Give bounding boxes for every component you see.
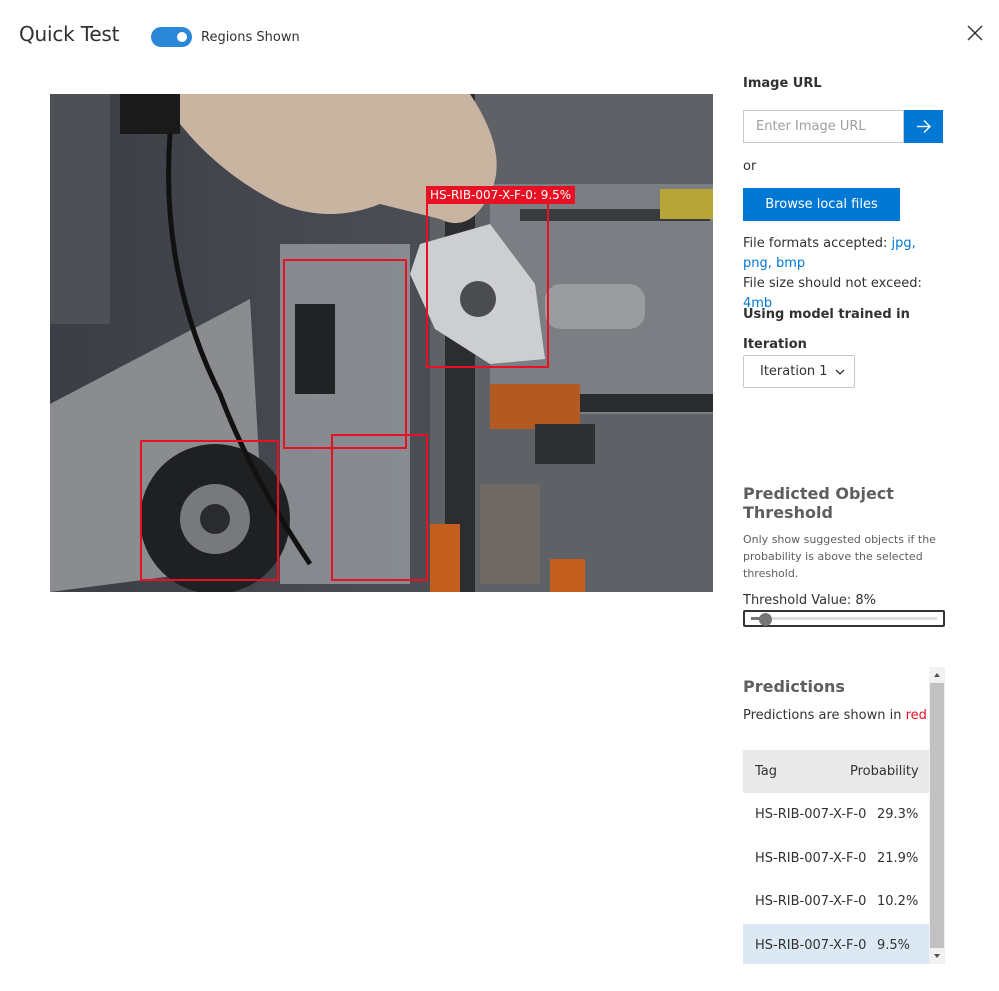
- iteration-dropdown[interactable]: Iteration 1: [743, 355, 855, 388]
- close-button[interactable]: [964, 22, 986, 44]
- scrollbar-thumb[interactable]: [930, 683, 944, 948]
- regions-shown-label: Regions Shown: [201, 30, 300, 45]
- table-row-selected[interactable]: HS-RIB-007-X-F-0 9.5%: [743, 923, 929, 964]
- page-title: Quick Test: [19, 22, 120, 46]
- predictions-subtitle: Predictions are shown in red: [743, 708, 927, 723]
- slider-thumb[interactable]: [759, 613, 772, 626]
- row-tag: HS-RIB-007-X-F-0: [755, 937, 867, 953]
- predictions-header: Tag Probability: [743, 750, 929, 793]
- row-tag: HS-RIB-007-X-F-0: [755, 807, 867, 823]
- table-row[interactable]: HS-RIB-007-X-F-0 29.3%: [743, 793, 929, 837]
- region-label: HS-RIB-007-X-F-0: 9.5%: [426, 186, 576, 204]
- predictions-table: Tag Probability HS-RIB-007-X-F-0 29.3% H…: [743, 750, 929, 964]
- scroll-down-button[interactable]: [929, 948, 945, 964]
- file-formats-text: File formats accepted: jpg, png, bmp: [743, 234, 945, 274]
- scroll-up-button[interactable]: [929, 667, 945, 683]
- region-box: [331, 434, 428, 581]
- threshold-description: Only show suggested objects if the proba…: [743, 533, 936, 580]
- row-probability: 29.3%: [877, 807, 919, 823]
- row-tag: HS-RIB-007-X-F-0: [755, 894, 867, 910]
- predictions-scrollbar[interactable]: [929, 667, 945, 964]
- file-size-prefix: File size should not exceed:: [743, 276, 922, 291]
- tag-column-header: Tag: [755, 764, 778, 779]
- chevron-down-icon: [835, 369, 845, 375]
- region-box: [426, 202, 549, 368]
- table-row[interactable]: HS-RIB-007-X-F-0 21.9%: [743, 837, 929, 881]
- row-probability: 10.2%: [877, 894, 919, 910]
- test-image: HS-RIB-007-X-F-0: 9.5%: [50, 94, 713, 592]
- predictions-title: Predictions: [743, 677, 845, 696]
- probability-column-header: Probability: [850, 764, 919, 779]
- table-row[interactable]: HS-RIB-007-X-F-0 10.2%: [743, 880, 929, 924]
- row-probability: 9.5%: [877, 937, 911, 953]
- iteration-selected: Iteration 1: [760, 364, 828, 379]
- region-box: [140, 440, 279, 581]
- iteration-label: Iteration: [743, 337, 807, 352]
- triangle-up-icon: [934, 673, 940, 677]
- threshold-value-text: Threshold Value: 8%: [743, 593, 877, 608]
- threshold-slider[interactable]: [743, 610, 945, 627]
- browse-local-files-button[interactable]: Browse local files: [743, 188, 900, 221]
- predictions-subtitle-prefix: Predictions are shown in: [743, 708, 906, 723]
- close-icon: [967, 25, 983, 41]
- model-label: Using model trained in: [743, 307, 910, 322]
- region-box: [283, 259, 407, 449]
- image-url-input[interactable]: [743, 110, 904, 143]
- file-formats-prefix: File formats accepted:: [743, 236, 892, 251]
- submit-url-button[interactable]: [904, 110, 943, 143]
- arrow-right-icon: [917, 120, 931, 133]
- row-tag: HS-RIB-007-X-F-0: [755, 850, 867, 866]
- predictions-color-word: red: [905, 708, 927, 723]
- triangle-down-icon: [934, 954, 940, 958]
- image-url-label: Image URL: [743, 76, 822, 91]
- slider-track: [751, 617, 937, 620]
- or-text: or: [743, 159, 757, 174]
- row-probability: 21.9%: [877, 850, 919, 866]
- toggle-knob: [177, 32, 187, 42]
- threshold-title: Predicted Object Threshold: [743, 484, 894, 522]
- regions-shown-toggle[interactable]: [151, 27, 192, 47]
- predictions-panel: Predictions Predictions are shown in red…: [743, 667, 945, 964]
